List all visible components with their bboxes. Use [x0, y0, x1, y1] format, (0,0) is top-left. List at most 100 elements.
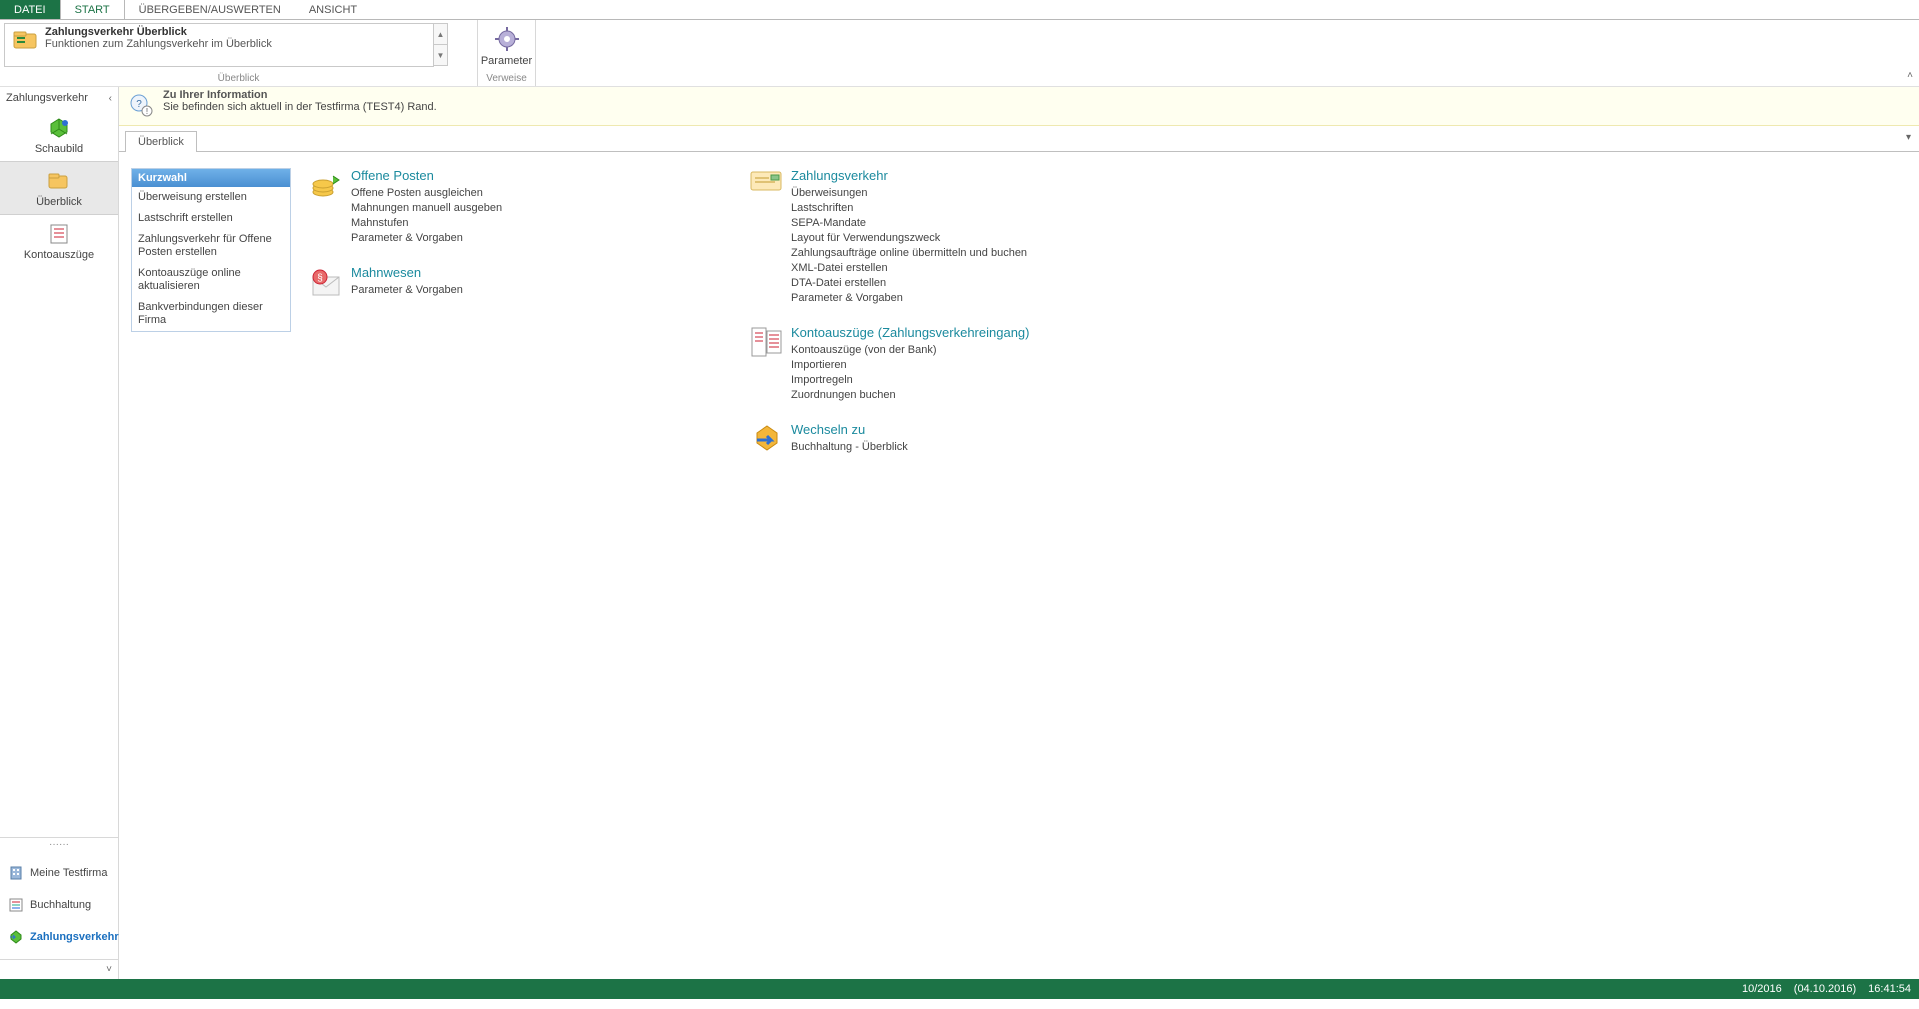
nav-expand-icon[interactable]: ˅: [0, 959, 118, 979]
section-wechseln-zu: Wechseln zu Buchhaltung - Überblick: [749, 422, 1269, 458]
tab-uebergeben-auswerten[interactable]: ÜBERGEBEN/AUSWERTEN: [125, 0, 295, 19]
section-mahnwesen: § Mahnwesen Parameter & Vorgaben: [309, 265, 749, 301]
section-link[interactable]: DTA-Datei erstellen: [791, 277, 1027, 289]
kurzwahl-link[interactable]: Bankverbindungen dieser Firma: [132, 297, 290, 331]
envelope-paragraph-icon: §: [309, 265, 345, 301]
section-kontoauszuege: Kontoauszüge (Zahlungsverkehreingang) Ko…: [749, 325, 1269, 404]
nav-pane-title: Zahlungsverkehr: [6, 92, 88, 104]
status-bar: 10/2016 (04.10.2016) 16:41:54: [0, 979, 1919, 999]
ribbon-group-label-verweise: Verweise: [478, 72, 535, 86]
section-title-zahlungsverkehr[interactable]: Zahlungsverkehr: [791, 168, 1027, 183]
nav-item-label: Schaubild: [35, 143, 83, 155]
ledger-icon: [8, 897, 24, 913]
ribbon-group-ueberblick: Zahlungsverkehr Überblick Funktionen zum…: [0, 20, 478, 86]
money-transfer-icon: [8, 929, 24, 945]
cheque-icon: [749, 168, 785, 196]
section-offene-posten: Offene Posten Offene Posten ausgleichen …: [309, 168, 749, 247]
ribbon: Zahlungsverkehr Überblick Funktionen zum…: [0, 20, 1919, 87]
svg-text:?: ?: [136, 99, 142, 110]
section-title-wechseln-zu[interactable]: Wechseln zu: [791, 422, 908, 437]
gear-icon: [493, 25, 521, 53]
tab-ansicht[interactable]: ANSICHT: [295, 0, 371, 19]
tab-start[interactable]: START: [60, 0, 125, 19]
gallery-item-zv-ueberblick[interactable]: Zahlungsverkehr Überblick Funktionen zum…: [4, 23, 434, 67]
section-link[interactable]: Zahlungsaufträge online übermitteln und …: [791, 247, 1027, 259]
section-zahlungsverkehr: Zahlungsverkehr Überweisungen Lastschrif…: [749, 168, 1269, 307]
nav-module-label: Buchhaltung: [30, 899, 91, 911]
kurzwahl-panel: Kurzwahl Überweisung erstellen Lastschri…: [131, 168, 291, 332]
nav-pane-title-row: Zahlungsverkehr ‹: [0, 87, 118, 109]
nav-module-label: Zahlungsverkehr: [30, 931, 119, 943]
page-tab-menu-icon[interactable]: ▾: [1906, 132, 1911, 143]
nav-items: Schaubild Überblick Kontoauszüge: [0, 109, 118, 837]
gallery-up-icon[interactable]: ▲: [434, 23, 448, 45]
info-bar-title: Zu Ihrer Information: [163, 89, 437, 101]
nav-item-label: Überblick: [36, 196, 82, 208]
section-title-kontoauszuege[interactable]: Kontoauszüge (Zahlungsverkehreingang): [791, 325, 1030, 340]
kurzwahl-link[interactable]: Lastschrift erstellen: [132, 208, 290, 229]
nav-pane: Zahlungsverkehr ‹ Schaubild Überblick Ko…: [0, 87, 119, 979]
ribbon-collapse-icon[interactable]: ˄: [1907, 70, 1913, 81]
nav-module-meine-testfirma[interactable]: Meine Testfirma: [0, 857, 118, 889]
section-link[interactable]: Parameter & Vorgaben: [351, 284, 463, 296]
section-link[interactable]: Überweisungen: [791, 187, 1027, 199]
section-link[interactable]: Parameter & Vorgaben: [351, 232, 502, 244]
document-list-icon: [47, 223, 71, 245]
section-title-mahnwesen[interactable]: Mahnwesen: [351, 265, 463, 280]
kurzwahl-link[interactable]: Zahlungsverkehr für Offene Posten erstel…: [132, 229, 290, 263]
section-link[interactable]: Mahnstufen: [351, 217, 502, 229]
nav-module-label: Meine Testfirma: [30, 867, 107, 879]
section-link[interactable]: Mahnungen manuell ausgeben: [351, 202, 502, 214]
gallery-scroll-handles: ▲ ▼: [434, 23, 448, 66]
parameter-button-label: Parameter: [481, 55, 532, 67]
chart-cube-icon: [47, 117, 71, 139]
nav-item-ueberblick[interactable]: Überblick: [0, 161, 118, 215]
ribbon-gallery: Zahlungsverkehr Überblick Funktionen zum…: [4, 23, 448, 67]
parameter-button[interactable]: Parameter: [481, 23, 532, 67]
kurzwahl-link[interactable]: Überweisung erstellen: [132, 187, 290, 208]
nav-collapse-icon[interactable]: ‹: [109, 93, 112, 104]
ribbon-group-label-ueberblick: Überblick: [0, 72, 477, 86]
section-link[interactable]: Zuordnungen buchen: [791, 389, 1030, 401]
gallery-down-icon[interactable]: ▼: [434, 45, 448, 66]
nav-module-stack: Meine Testfirma Buchhaltung Zahlungsverk…: [0, 851, 118, 959]
coins-icon: [309, 168, 345, 204]
ribbon-group-verweise: Parameter Verweise: [478, 20, 536, 86]
nav-item-label: Kontoauszüge: [24, 249, 94, 261]
section-link[interactable]: Parameter & Vorgaben: [791, 292, 1027, 304]
nav-module-zahlungsverkehr[interactable]: Zahlungsverkehr: [0, 921, 118, 953]
page-tabs: Überblick ▾: [119, 126, 1919, 152]
folder-icon: [11, 26, 39, 54]
page-tab-ueberblick[interactable]: Überblick: [125, 131, 197, 152]
section-link[interactable]: Offene Posten ausgleichen: [351, 187, 502, 199]
main-area: Zahlungsverkehr ‹ Schaubild Überblick Ko…: [0, 87, 1919, 979]
section-link[interactable]: Buchhaltung - Überblick: [791, 441, 908, 453]
section-title-offene-posten[interactable]: Offene Posten: [351, 168, 502, 183]
section-link[interactable]: XML-Datei erstellen: [791, 262, 1027, 274]
status-period: 10/2016: [1742, 983, 1782, 995]
section-link[interactable]: Importieren: [791, 359, 1030, 371]
svg-text:§: §: [317, 273, 323, 284]
section-link[interactable]: Importregeln: [791, 374, 1030, 386]
bank-statement-icon: [749, 325, 785, 361]
info-bar-message: Sie befinden sich aktuell in der Testfir…: [163, 101, 437, 113]
section-link[interactable]: SEPA-Mandate: [791, 217, 1027, 229]
tab-datei[interactable]: DATEI: [0, 0, 60, 19]
ribbon-tabs: DATEI START ÜBERGEBEN/AUSWERTEN ANSICHT: [0, 0, 1919, 20]
nav-item-kontoauszuege[interactable]: Kontoauszüge: [0, 215, 118, 267]
nav-item-schaubild[interactable]: Schaubild: [0, 109, 118, 161]
kurzwahl-link[interactable]: Kontoauszüge online aktualisieren: [132, 263, 290, 297]
status-date: (04.10.2016): [1794, 983, 1856, 995]
nav-module-buchhaltung[interactable]: Buchhaltung: [0, 889, 118, 921]
section-link[interactable]: Lastschriften: [791, 202, 1027, 214]
info-icon: ?!: [129, 93, 155, 119]
gallery-item-subtitle: Funktionen zum Zahlungsverkehr im Überbl…: [45, 38, 272, 50]
building-icon: [8, 865, 24, 881]
nav-resize-handle[interactable]: ······: [0, 837, 118, 851]
section-link[interactable]: Layout für Verwendungszweck: [791, 232, 1027, 244]
content-area: ?! Zu Ihrer Information Sie befinden sic…: [119, 87, 1919, 979]
section-link[interactable]: Kontoauszüge (von der Bank): [791, 344, 1030, 356]
status-time: 16:41:54: [1868, 983, 1911, 995]
kurzwahl-header: Kurzwahl: [132, 169, 290, 187]
folder-open-icon: [47, 170, 71, 192]
